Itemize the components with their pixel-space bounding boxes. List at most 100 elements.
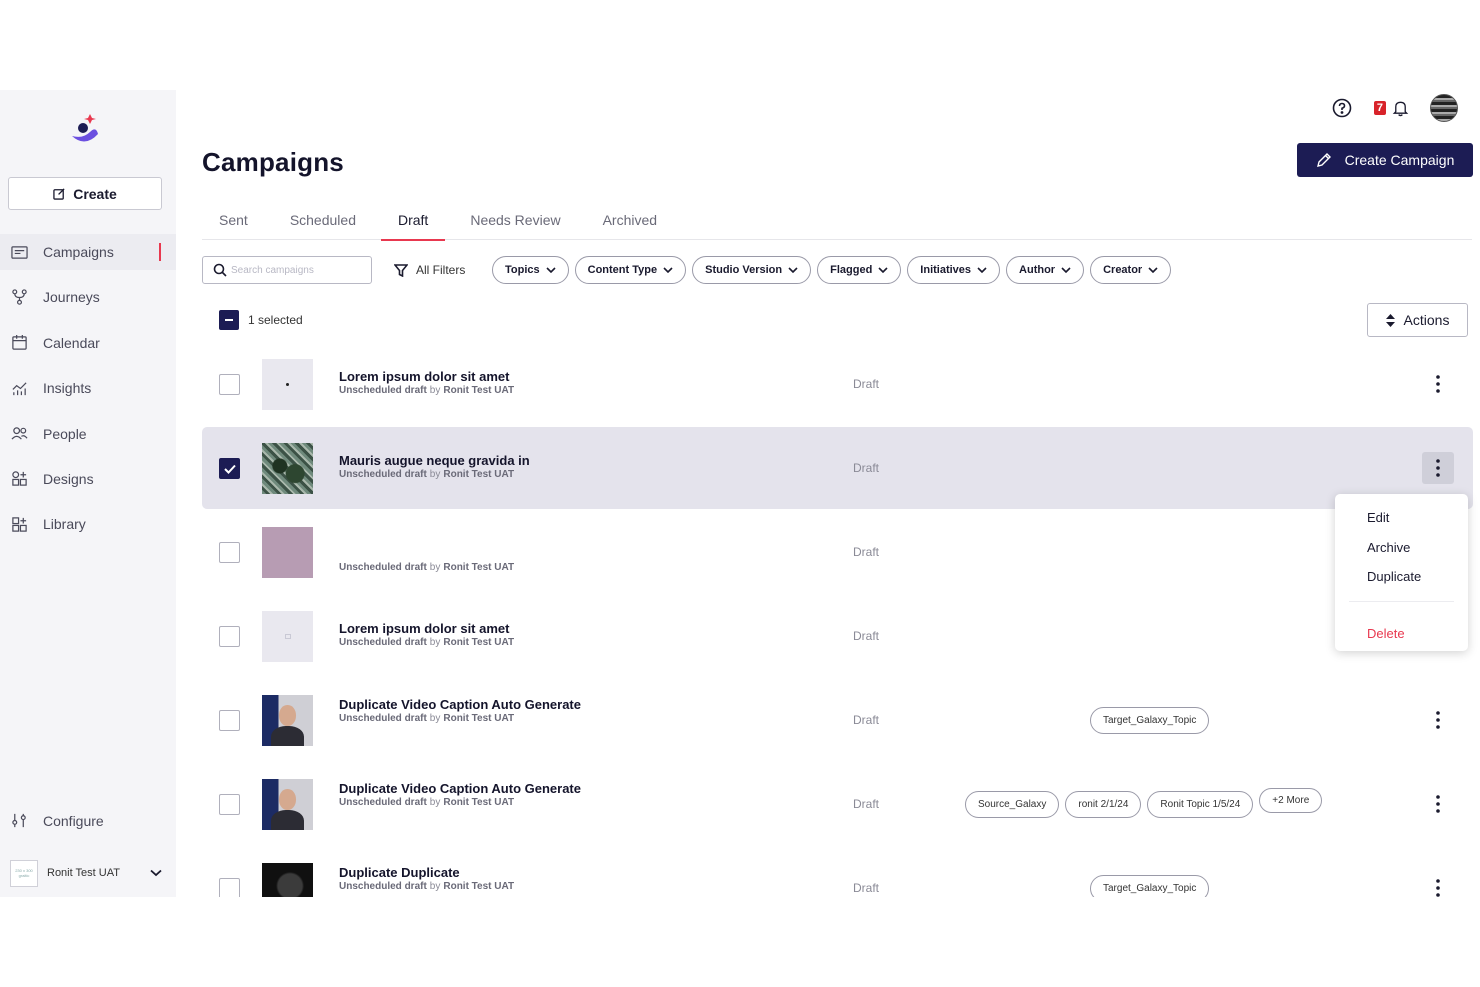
brand-logo-icon[interactable]: [68, 112, 102, 148]
create-campaign-button[interactable]: Create Campaign: [1297, 143, 1473, 177]
calendar-icon: [12, 335, 27, 351]
sidebar-item-configure[interactable]: Configure: [11, 812, 104, 829]
sidebar: Create Campaigns Journeys Calendar Insig…: [0, 90, 176, 897]
filter-chip-initiatives[interactable]: Initiatives: [907, 256, 1001, 284]
chevron-down-icon: [1148, 267, 1158, 273]
help-icon[interactable]: [1332, 98, 1352, 118]
people-icon: [11, 427, 28, 440]
filter-chip-creator[interactable]: Creator: [1090, 256, 1172, 284]
sidebar-item-insights[interactable]: Insights: [0, 370, 176, 406]
designs-icon: [12, 471, 27, 487]
create-button-label: Create: [73, 185, 117, 202]
topic-tag[interactable]: Target_Galaxy_Topic: [1090, 875, 1210, 897]
chevron-down-icon: [150, 869, 162, 877]
campaign-title[interactable]: Lorem ipsum dolor sit amet: [339, 369, 509, 384]
filter-chip-author[interactable]: Author: [1006, 256, 1085, 284]
row-checkbox[interactable]: [219, 458, 240, 479]
filter-chip-topics[interactable]: Topics: [492, 256, 569, 284]
sidebar-item-label: Campaigns: [43, 244, 114, 260]
create-button[interactable]: Create: [8, 177, 162, 210]
account-switcher[interactable]: 230 x 300 graitic Ronit Test UAT: [10, 859, 166, 887]
bell-icon[interactable]: [1392, 99, 1409, 117]
sidebar-item-label: Calendar: [43, 334, 100, 351]
more-options-button[interactable]: [1422, 452, 1454, 484]
notification-count-badge: 7: [1373, 101, 1386, 115]
table-row[interactable]: Unscheduled draft by Ronit Test UAT Draft: [202, 511, 1473, 593]
chip-label: Flagged: [830, 264, 873, 276]
more-tags-button[interactable]: +2 More: [1259, 788, 1323, 813]
row-checkbox[interactable]: [219, 374, 240, 395]
more-options-button[interactable]: [1422, 872, 1454, 897]
status-text: Draft: [853, 713, 880, 727]
configure-icon: [12, 813, 26, 828]
table-row[interactable]: Duplicate Video Caption Auto Generate Un…: [202, 679, 1473, 761]
topic-tag[interactable]: Ronit Topic 1/5/24: [1147, 791, 1254, 818]
tab-draft[interactable]: Draft: [380, 200, 446, 241]
table-row[interactable]: Mauris augue neque gravida in Unschedule…: [202, 427, 1473, 509]
row-checkbox[interactable]: [219, 794, 240, 815]
create-campaign-label: Create Campaign: [1344, 152, 1455, 168]
select-all-checkbox[interactable]: [219, 310, 239, 330]
sidebar-item-people[interactable]: People: [0, 416, 176, 452]
more-options-button[interactable]: [1422, 788, 1454, 820]
campaign-thumbnail: [262, 443, 313, 494]
campaign-title[interactable]: Duplicate Video Caption Auto Generate: [339, 697, 581, 712]
row-checkbox[interactable]: [219, 626, 240, 647]
sidebar-item-designs[interactable]: Designs: [0, 461, 176, 497]
topic-tags: Target_Galaxy_Topic: [1090, 707, 1210, 734]
topic-tag[interactable]: ronit 2/1/24: [1065, 791, 1142, 818]
sidebar-item-campaigns[interactable]: Campaigns: [0, 234, 176, 270]
sidebar-item-library[interactable]: Library: [0, 506, 176, 542]
status-text: Draft: [853, 377, 880, 391]
sidebar-item-label: Library: [43, 516, 86, 533]
row-context-menu: Edit Archive Duplicate Delete: [1335, 494, 1468, 651]
menu-item-duplicate[interactable]: Duplicate: [1367, 569, 1421, 584]
insights-icon: [12, 382, 27, 395]
menu-item-delete[interactable]: Delete: [1367, 626, 1405, 641]
table-row[interactable]: Lorem ipsum dolor sit amet Unscheduled d…: [202, 595, 1473, 677]
filter-chip-content-type[interactable]: Content Type: [574, 256, 687, 284]
tab-archived[interactable]: Archived: [586, 200, 674, 240]
filter-chip-studio-version[interactable]: Studio Version: [692, 256, 812, 284]
menu-item-edit[interactable]: Edit: [1367, 510, 1389, 525]
actions-label: Actions: [1403, 312, 1450, 328]
tab-sent[interactable]: Sent: [202, 200, 265, 240]
table-row[interactable]: Duplicate Video Caption Auto Generate Un…: [202, 763, 1473, 845]
campaign-title[interactable]: Lorem ipsum dolor sit amet: [339, 621, 509, 636]
status-text: Draft: [853, 797, 880, 811]
all-filters-button[interactable]: All Filters: [394, 256, 465, 284]
chevron-down-icon: [878, 267, 888, 273]
account-thumbnail: 230 x 300 graitic: [10, 859, 38, 887]
more-options-button[interactable]: [1422, 368, 1454, 400]
actions-button[interactable]: Actions: [1367, 303, 1468, 337]
table-row[interactable]: Lorem ipsum dolor sit amet Unscheduled d…: [202, 343, 1473, 425]
sidebar-item-label: People: [43, 425, 87, 442]
menu-item-archive[interactable]: Archive: [1367, 540, 1410, 555]
filter-chip-flagged[interactable]: Flagged: [817, 256, 902, 284]
account-name: Ronit Test UAT: [47, 867, 120, 879]
edit-icon: [53, 188, 65, 200]
selection-count: 1 selected: [248, 313, 303, 327]
user-avatar[interactable]: [1430, 94, 1458, 122]
row-checkbox[interactable]: [219, 878, 240, 897]
sidebar-item-journeys[interactable]: Journeys: [0, 279, 176, 315]
table-row[interactable]: Duplicate Duplicate Unscheduled draft by R…: [202, 847, 1473, 897]
campaign-subtitle: Unscheduled draft by Ronit Test UAT: [339, 469, 515, 480]
tab-needs-review[interactable]: Needs Review: [453, 200, 577, 240]
sort-icon: [1385, 313, 1395, 327]
tab-scheduled[interactable]: Scheduled: [273, 200, 373, 240]
sidebar-item-calendar[interactable]: Calendar: [0, 325, 176, 361]
campaign-title[interactable]: Mauris augue neque gravida in: [339, 453, 530, 468]
chevron-down-icon: [788, 267, 798, 273]
campaign-title[interactable]: Duplicate Video Caption Auto Generate: [339, 781, 581, 796]
search-input[interactable]: [231, 264, 361, 276]
row-checkbox[interactable]: [219, 542, 240, 563]
row-checkbox[interactable]: [219, 710, 240, 731]
topic-tags: Source_Galaxy ronit 2/1/24 Ronit Topic 1…: [965, 788, 1323, 818]
topic-tag[interactable]: Target_Galaxy_Topic: [1090, 707, 1210, 734]
campaign-title[interactable]: Duplicate Duplicate: [339, 865, 460, 880]
campaign-subtitle: Unscheduled draft by Ronit Test UAT: [339, 797, 515, 808]
topic-tag[interactable]: Source_Galaxy: [965, 791, 1060, 818]
more-options-button[interactable]: [1422, 704, 1454, 736]
campaign-subtitle: Unscheduled draft by Ronit Test UAT: [339, 562, 515, 573]
